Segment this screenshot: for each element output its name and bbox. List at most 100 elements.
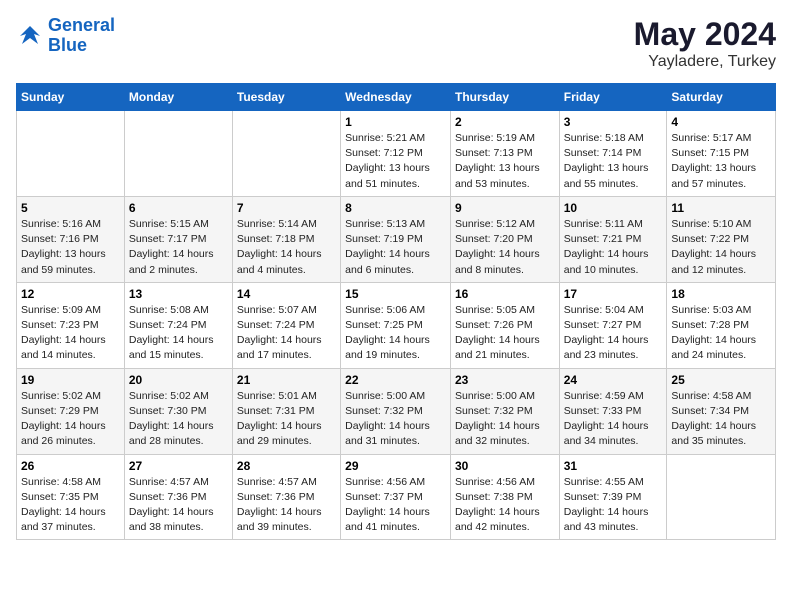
day-info: Sunrise: 5:01 AM Sunset: 7:31 PM Dayligh… bbox=[237, 389, 336, 450]
day-info: Sunrise: 5:11 AM Sunset: 7:21 PM Dayligh… bbox=[564, 217, 663, 278]
header-wednesday: Wednesday bbox=[341, 84, 451, 111]
day-info: Sunrise: 4:58 AM Sunset: 7:35 PM Dayligh… bbox=[21, 475, 120, 536]
calendar-body: 1Sunrise: 5:21 AM Sunset: 7:12 PM Daylig… bbox=[17, 111, 776, 540]
calendar-cell: 6 Sunrise: 5:15 AM Sunset: 7:17 PM Daylig… bbox=[124, 196, 232, 282]
day-number: 29 bbox=[345, 459, 446, 473]
day-info: Sunrise: 5:02 AM Sunset: 7:30 PM Dayligh… bbox=[129, 389, 228, 450]
day-number: 22 bbox=[345, 373, 446, 387]
header-saturday: Saturday bbox=[667, 84, 776, 111]
day-info: Sunrise: 5:05 AM Sunset: 7:26 PM Dayligh… bbox=[455, 303, 555, 364]
calendar-cell: 28Sunrise: 4:57 AM Sunset: 7:36 PM Dayli… bbox=[232, 454, 340, 540]
calendar-cell: 2 Sunrise: 5:19 AM Sunset: 7:13 PM Daylig… bbox=[450, 111, 559, 197]
calendar-cell: 5 Sunrise: 5:16 AM Sunset: 7:16 PM Daylig… bbox=[17, 196, 125, 282]
title-area: May 2024 Yayladere, Turkey bbox=[634, 16, 776, 71]
day-number: 23 bbox=[455, 373, 555, 387]
day-info: Sunrise: 5:09 AM Sunset: 7:23 PM Dayligh… bbox=[21, 303, 120, 364]
day-info: Sunrise: 5:10 AM Sunset: 7:22 PM Dayligh… bbox=[671, 217, 771, 278]
day-info: Sunrise: 5:13 AM Sunset: 7:19 PM Dayligh… bbox=[345, 217, 446, 278]
day-info: Sunrise: 5:00 AM Sunset: 7:32 PM Dayligh… bbox=[345, 389, 446, 450]
calendar-cell: 7 Sunrise: 5:14 AM Sunset: 7:18 PM Daylig… bbox=[232, 196, 340, 282]
day-number: 18 bbox=[671, 287, 771, 301]
day-number: 9 bbox=[455, 201, 555, 215]
day-number: 17 bbox=[564, 287, 663, 301]
logo-text: General Blue bbox=[48, 16, 115, 56]
calendar-cell: 20 Sunrise: 5:02 AM Sunset: 7:30 PM Dayli… bbox=[124, 368, 232, 454]
day-number: 21 bbox=[237, 373, 336, 387]
month-title: May 2024 bbox=[634, 16, 776, 53]
day-info: Sunrise: 5:16 AM Sunset: 7:16 PM Dayligh… bbox=[21, 217, 120, 278]
day-number: 12 bbox=[21, 287, 120, 301]
calendar-cell: 4Sunrise: 5:17 AM Sunset: 7:15 PM Daylig… bbox=[667, 111, 776, 197]
calendar-cell: 1Sunrise: 5:21 AM Sunset: 7:12 PM Daylig… bbox=[341, 111, 451, 197]
calendar-cell: 24 Sunrise: 4:59 AM Sunset: 7:33 PM Dayli… bbox=[559, 368, 667, 454]
day-info: Sunrise: 5:00 AM Sunset: 7:32 PM Dayligh… bbox=[455, 389, 555, 450]
calendar-cell: 22 Sunrise: 5:00 AM Sunset: 7:32 PM Dayli… bbox=[341, 368, 451, 454]
week-row-4: 19Sunrise: 5:02 AM Sunset: 7:29 PM Dayli… bbox=[17, 368, 776, 454]
day-info: Sunrise: 4:58 AM Sunset: 7:34 PM Dayligh… bbox=[671, 389, 771, 450]
calendar-cell: 30Sunrise: 4:56 AM Sunset: 7:38 PM Dayli… bbox=[450, 454, 559, 540]
calendar-cell: 29 Sunrise: 4:56 AM Sunset: 7:37 PM Dayli… bbox=[341, 454, 451, 540]
calendar-cell: 10 Sunrise: 5:11 AM Sunset: 7:21 PM Dayli… bbox=[559, 196, 667, 282]
calendar-cell: 26 Sunrise: 4:58 AM Sunset: 7:35 PM Dayli… bbox=[17, 454, 125, 540]
day-info: Sunrise: 5:06 AM Sunset: 7:25 PM Dayligh… bbox=[345, 303, 446, 364]
calendar-cell: 9Sunrise: 5:12 AM Sunset: 7:20 PM Daylig… bbox=[450, 196, 559, 282]
day-number: 27 bbox=[129, 459, 228, 473]
day-number: 1 bbox=[345, 115, 446, 129]
day-number: 10 bbox=[564, 201, 663, 215]
day-number: 14 bbox=[237, 287, 336, 301]
calendar-cell: 27 Sunrise: 4:57 AM Sunset: 7:36 PM Dayli… bbox=[124, 454, 232, 540]
day-number: 7 bbox=[237, 201, 336, 215]
day-number: 30 bbox=[455, 459, 555, 473]
day-info: Sunrise: 4:59 AM Sunset: 7:33 PM Dayligh… bbox=[564, 389, 663, 450]
calendar-cell: 12 Sunrise: 5:09 AM Sunset: 7:23 PM Dayli… bbox=[17, 282, 125, 368]
day-info: Sunrise: 5:19 AM Sunset: 7:13 PM Dayligh… bbox=[455, 131, 555, 192]
day-info: Sunrise: 5:07 AM Sunset: 7:24 PM Dayligh… bbox=[237, 303, 336, 364]
day-info: Sunrise: 5:15 AM Sunset: 7:17 PM Dayligh… bbox=[129, 217, 228, 278]
day-info: Sunrise: 5:02 AM Sunset: 7:29 PM Dayligh… bbox=[21, 389, 120, 450]
calendar-cell: 25 Sunrise: 4:58 AM Sunset: 7:34 PM Dayli… bbox=[667, 368, 776, 454]
day-number: 26 bbox=[21, 459, 120, 473]
calendar-cell: 16 Sunrise: 5:05 AM Sunset: 7:26 PM Dayli… bbox=[450, 282, 559, 368]
header-thursday: Thursday bbox=[450, 84, 559, 111]
calendar-table: SundayMondayTuesdayWednesdayThursdayFrid… bbox=[16, 83, 776, 540]
calendar-cell bbox=[124, 111, 232, 197]
calendar-cell: 15 Sunrise: 5:06 AM Sunset: 7:25 PM Dayli… bbox=[341, 282, 451, 368]
day-number: 31 bbox=[564, 459, 663, 473]
day-info: Sunrise: 5:08 AM Sunset: 7:24 PM Dayligh… bbox=[129, 303, 228, 364]
logo: General Blue bbox=[16, 16, 115, 56]
day-info: Sunrise: 5:14 AM Sunset: 7:18 PM Dayligh… bbox=[237, 217, 336, 278]
calendar-cell: 18 Sunrise: 5:03 AM Sunset: 7:28 PM Dayli… bbox=[667, 282, 776, 368]
day-number: 16 bbox=[455, 287, 555, 301]
logo-line1: General bbox=[48, 15, 115, 35]
day-number: 5 bbox=[21, 201, 120, 215]
day-number: 25 bbox=[671, 373, 771, 387]
header-friday: Friday bbox=[559, 84, 667, 111]
calendar-cell: 23 Sunrise: 5:00 AM Sunset: 7:32 PM Dayli… bbox=[450, 368, 559, 454]
day-info: Sunrise: 4:56 AM Sunset: 7:37 PM Dayligh… bbox=[345, 475, 446, 536]
calendar-cell bbox=[232, 111, 340, 197]
day-number: 2 bbox=[455, 115, 555, 129]
calendar-cell bbox=[17, 111, 125, 197]
header-monday: Monday bbox=[124, 84, 232, 111]
day-number: 20 bbox=[129, 373, 228, 387]
day-info: Sunrise: 5:18 AM Sunset: 7:14 PM Dayligh… bbox=[564, 131, 663, 192]
calendar-cell bbox=[667, 454, 776, 540]
week-row-1: 1Sunrise: 5:21 AM Sunset: 7:12 PM Daylig… bbox=[17, 111, 776, 197]
calendar-cell: 21 Sunrise: 5:01 AM Sunset: 7:31 PM Dayli… bbox=[232, 368, 340, 454]
calendar-cell: 17Sunrise: 5:04 AM Sunset: 7:27 PM Dayli… bbox=[559, 282, 667, 368]
header-tuesday: Tuesday bbox=[232, 84, 340, 111]
day-number: 6 bbox=[129, 201, 228, 215]
day-info: Sunrise: 4:57 AM Sunset: 7:36 PM Dayligh… bbox=[129, 475, 228, 536]
day-info: Sunrise: 5:03 AM Sunset: 7:28 PM Dayligh… bbox=[671, 303, 771, 364]
header-sunday: Sunday bbox=[17, 84, 125, 111]
calendar-cell: 13Sunrise: 5:08 AM Sunset: 7:24 PM Dayli… bbox=[124, 282, 232, 368]
day-number: 15 bbox=[345, 287, 446, 301]
day-number: 24 bbox=[564, 373, 663, 387]
day-info: Sunrise: 4:55 AM Sunset: 7:39 PM Dayligh… bbox=[564, 475, 663, 536]
calendar-cell: 31 Sunrise: 4:55 AM Sunset: 7:39 PM Dayli… bbox=[559, 454, 667, 540]
page-header: General Blue May 2024 Yayladere, Turkey bbox=[16, 16, 776, 71]
day-number: 28 bbox=[237, 459, 336, 473]
calendar-header: SundayMondayTuesdayWednesdayThursdayFrid… bbox=[17, 84, 776, 111]
location-title: Yayladere, Turkey bbox=[634, 53, 776, 71]
calendar-cell: 14 Sunrise: 5:07 AM Sunset: 7:24 PM Dayli… bbox=[232, 282, 340, 368]
